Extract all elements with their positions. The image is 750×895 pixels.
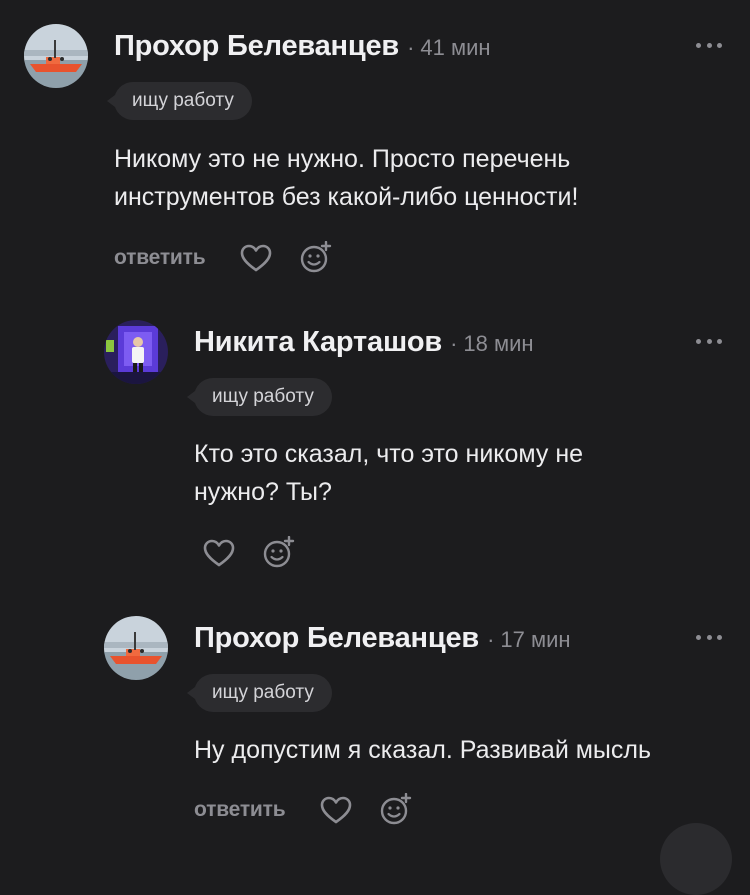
heart-icon[interactable]: [202, 536, 236, 570]
author-avatar[interactable]: [104, 320, 168, 384]
status-badge: ищу работу: [187, 674, 332, 712]
meta-separator: ·: [407, 35, 415, 60]
comment-header: Прохор Белеванцев · 17 мин: [194, 622, 571, 655]
comment-actions: ответить: [194, 793, 439, 827]
comment-time: 18 мин: [463, 331, 534, 356]
comment-text: Ну допустим я сказал. Развивай мысль: [194, 731, 651, 769]
author-name[interactable]: Прохор Белеванцев: [114, 30, 399, 63]
status-badge: ищу работу: [187, 378, 332, 416]
comment-text: Кто это сказал, что это никому не нужно?…: [194, 435, 583, 511]
reply-button[interactable]: ответить: [194, 798, 286, 822]
comment-text-line: Ну допустим я сказал. Развивай мысль: [194, 736, 651, 764]
comment-text-line: инструментов без какой-либо ценности!: [114, 183, 579, 211]
emoji-add-icon[interactable]: [379, 793, 413, 827]
reply-button[interactable]: ответить: [114, 246, 206, 270]
status-badge: ищу работу: [107, 82, 252, 120]
meta-separator: ·: [487, 627, 495, 652]
more-dots-icon[interactable]: [696, 632, 722, 642]
more-dots-icon[interactable]: [696, 336, 722, 346]
boat-photo-avatar-icon: [104, 616, 168, 680]
comment-text-line: Кто это сказал, что это никому не: [194, 440, 584, 468]
heart-icon[interactable]: [319, 793, 353, 827]
comment-text-line: Никому это не нужно. Просто перечень: [114, 145, 571, 173]
author-avatar[interactable]: [24, 24, 88, 88]
emoji-add-icon[interactable]: [299, 241, 333, 275]
comment-time: 17 мин: [500, 627, 571, 652]
comment-actions: [202, 536, 322, 570]
comment-text-line: нужно? Ты?: [194, 478, 332, 506]
floating-action-button[interactable]: [660, 823, 732, 895]
more-dots-icon[interactable]: [696, 40, 722, 50]
author-avatar[interactable]: [104, 616, 168, 680]
heart-icon[interactable]: [239, 241, 273, 275]
person-photo-avatar-icon: [104, 320, 168, 384]
comment-header: Прохор Белеванцев · 41 мин: [114, 30, 491, 63]
boat-photo-avatar-icon: [24, 24, 88, 88]
author-name[interactable]: Прохор Белеванцев: [194, 622, 479, 655]
comment-actions: ответить: [114, 241, 359, 275]
meta-separator: ·: [450, 331, 458, 356]
emoji-add-icon[interactable]: [262, 536, 296, 570]
comment-time: 41 мин: [420, 35, 491, 60]
comment-text: Никому это не нужно. Просто перечень инс…: [114, 140, 578, 216]
comment-header: Никита Карташов · 18 мин: [194, 326, 534, 359]
author-name[interactable]: Никита Карташов: [194, 326, 442, 359]
